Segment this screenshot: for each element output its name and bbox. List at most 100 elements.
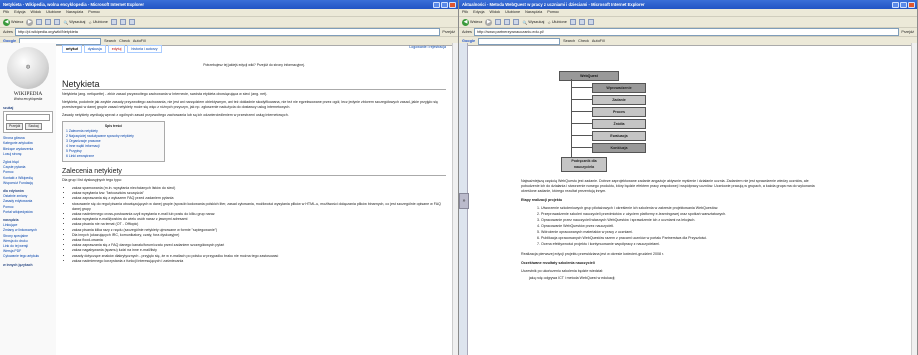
wiki-logo-sub: Wolna encyklopedia: [13, 97, 43, 101]
search-button[interactable]: 🔍 Wyszukaj: [522, 20, 544, 25]
table-of-contents: Spis treści 1 Zalecenia netykiety 2 Najc…: [62, 121, 165, 162]
list-item: Opracowanie przez nauczycieli własnych W…: [541, 218, 831, 223]
right-scrollbar[interactable]: [911, 43, 917, 355]
wikipedia-globe-logo[interactable]: ◍: [7, 47, 49, 89]
toc-item[interactable]: 6 Linki zewnętrzne: [66, 154, 161, 159]
webquest-page: » WebQuest Wprowadzenie Zadanie Proces Ź…: [459, 43, 917, 355]
history-icon[interactable]: [110, 19, 117, 25]
go-button[interactable]: Przejdź: [442, 30, 455, 34]
org-branch: [571, 99, 592, 100]
tab-discussion[interactable]: dyskusja: [83, 45, 106, 53]
forward-button[interactable]: ▶: [485, 18, 493, 26]
right-window-title: Aktualności - Metoda WebQuest w pracy z …: [462, 2, 645, 7]
list-item: Przeprowadzenie szkoleń nauczycieli prze…: [541, 212, 831, 217]
list-item: Wdrożenie opracowanych materiałów w prac…: [541, 230, 831, 235]
menu-file[interactable]: Plik: [3, 9, 9, 16]
left-scrollbar[interactable]: [452, 43, 458, 355]
menu-view[interactable]: Widok: [31, 9, 42, 16]
stop-icon[interactable]: [36, 19, 43, 25]
wiki-tabs: artykuł dyskusja edytuj historia i autor…: [62, 45, 446, 53]
menu-help[interactable]: Pomoc: [547, 9, 559, 16]
list-item: Utworzenie szkoleniowych grup pilotażowy…: [541, 206, 831, 211]
tab-history[interactable]: historia i autorzy: [127, 45, 162, 53]
maximize-button[interactable]: [900, 1, 907, 8]
right-address-bar: Adres http://www.partnerzywnauczaniu.edu…: [459, 28, 917, 37]
menu-view[interactable]: Widok: [490, 9, 501, 16]
panel-toggle-button[interactable]: »: [459, 193, 469, 209]
wiki-page: ◍ WIKIPEDIA Wolna encyklopedia szukaj Pr…: [0, 43, 458, 355]
org-node: Wprowadzenie: [592, 83, 646, 93]
tab-edit[interactable]: edytuj: [107, 45, 126, 53]
search-icon: 🔍: [63, 20, 69, 25]
list-item: Ocena efektywności projektu i kontynuowa…: [541, 242, 831, 247]
left-address-bar: Adres http://pl.wikipedia.org/wiki/Netyk…: [0, 28, 458, 37]
back-arrow-icon: ◀: [3, 18, 10, 26]
go-button[interactable]: Przejdź: [901, 30, 914, 34]
wiki-search-button[interactable]: Szukaj: [25, 123, 42, 131]
menu-tools[interactable]: Narzędzia: [66, 9, 83, 16]
menu-favorites[interactable]: Ulubione: [46, 9, 61, 16]
search-icon: 🔍: [522, 20, 528, 25]
search-button[interactable]: 🔍 Wyszukaj: [63, 20, 85, 25]
close-button[interactable]: [449, 1, 456, 8]
refresh-icon[interactable]: [504, 19, 511, 25]
back-button[interactable]: ◀ Wstecz: [3, 18, 23, 26]
star-icon: ☆: [547, 20, 551, 25]
home-icon[interactable]: [513, 19, 520, 25]
history-icon[interactable]: [569, 19, 576, 25]
address-input[interactable]: http://www.partnerzywnauczaniu.edu.pl/: [473, 28, 900, 36]
tab-article[interactable]: artykuł: [62, 45, 82, 53]
login-link[interactable]: Logowanie i rejestracja: [409, 45, 446, 53]
eval-item: jaką rolę odgrywa ICT i metoda WebQuest …: [529, 276, 616, 280]
nav-link[interactable]: Wspomóż Fundację: [3, 181, 53, 186]
org-branch: [571, 147, 592, 148]
stop-icon[interactable]: [495, 19, 502, 25]
org-node: Ewaluacja: [592, 131, 646, 141]
print-icon[interactable]: [587, 19, 594, 25]
paragraph: Netykieta, podobnie jak zwykłe zasady pr…: [62, 100, 438, 109]
refresh-icon[interactable]: [45, 19, 52, 25]
close-button[interactable]: [908, 1, 915, 8]
stages-heading: Etapy realizacji projektu: [521, 198, 563, 202]
minimize-button[interactable]: [433, 1, 440, 8]
org-diagram: WebQuest Wprowadzenie Zadanie Proces Źró…: [521, 43, 909, 172]
webquest-main: WebQuest Wprowadzenie Zadanie Proces Źró…: [521, 43, 909, 355]
org-node: Zadanie: [592, 95, 646, 105]
favorites-button[interactable]: ☆ Ulubione: [547, 20, 566, 25]
menu-file[interactable]: Plik: [462, 9, 468, 16]
menu-help[interactable]: Pomoc: [88, 9, 100, 16]
wiki-go-button[interactable]: Przejdź: [6, 123, 24, 131]
site-notice: Potrzebujesz tej jakiejś edycji wiki? Pr…: [203, 63, 305, 67]
mail-icon[interactable]: [119, 19, 126, 25]
mail-icon[interactable]: [578, 19, 585, 25]
tool-link[interactable]: Cytowanie tego artykułu: [3, 254, 53, 259]
star-icon: ☆: [88, 20, 92, 25]
right-menu-bar: Plik Edycja Widok Ulubione Narzędzia Pom…: [459, 9, 917, 17]
editor-link[interactable]: Portal wikipedystów: [3, 210, 53, 215]
home-icon[interactable]: [54, 19, 61, 25]
left-window-title: Netykieta - Wikipedia, wolna encyklopedi…: [3, 2, 144, 7]
menu-edit[interactable]: Edycja: [14, 9, 25, 16]
org-connector: [571, 79, 572, 157]
back-button[interactable]: ◀ Wstecz: [462, 18, 482, 26]
menu-edit[interactable]: Edycja: [473, 9, 484, 16]
forward-button[interactable]: ▶: [26, 18, 34, 26]
wiki-search-input[interactable]: [6, 114, 50, 122]
paragraph: Zasady netykiety wynikają wprost z ogóln…: [62, 113, 289, 117]
menu-tools[interactable]: Narzędzia: [525, 9, 542, 16]
print-icon[interactable]: [128, 19, 135, 25]
org-node: Proces: [592, 107, 646, 117]
minimize-button[interactable]: [892, 1, 899, 8]
stages-list: Utworzenie szkoleniowych grup pilotażowy…: [521, 206, 831, 247]
org-branch: [571, 135, 592, 136]
page-title: Netykieta: [62, 79, 446, 90]
org-node: Źródła: [592, 119, 646, 129]
menu-favorites[interactable]: Ulubione: [505, 9, 520, 16]
left-browser-window: Netykieta - Wikipedia, wolna encyklopedi…: [0, 0, 459, 355]
list-item: stosowanie się do reguł pisania obowiązu…: [72, 202, 446, 212]
maximize-button[interactable]: [441, 1, 448, 8]
favorites-button[interactable]: ☆ Ulubione: [88, 20, 107, 25]
list-item: Publikacja opracowanych WebQuestów razem…: [541, 236, 831, 241]
rules-list: zakaz spamowania (m.in. wysyłania niechc…: [62, 186, 446, 264]
address-input[interactable]: http://pl.wikipedia.org/wiki/Netykieta: [14, 28, 441, 36]
